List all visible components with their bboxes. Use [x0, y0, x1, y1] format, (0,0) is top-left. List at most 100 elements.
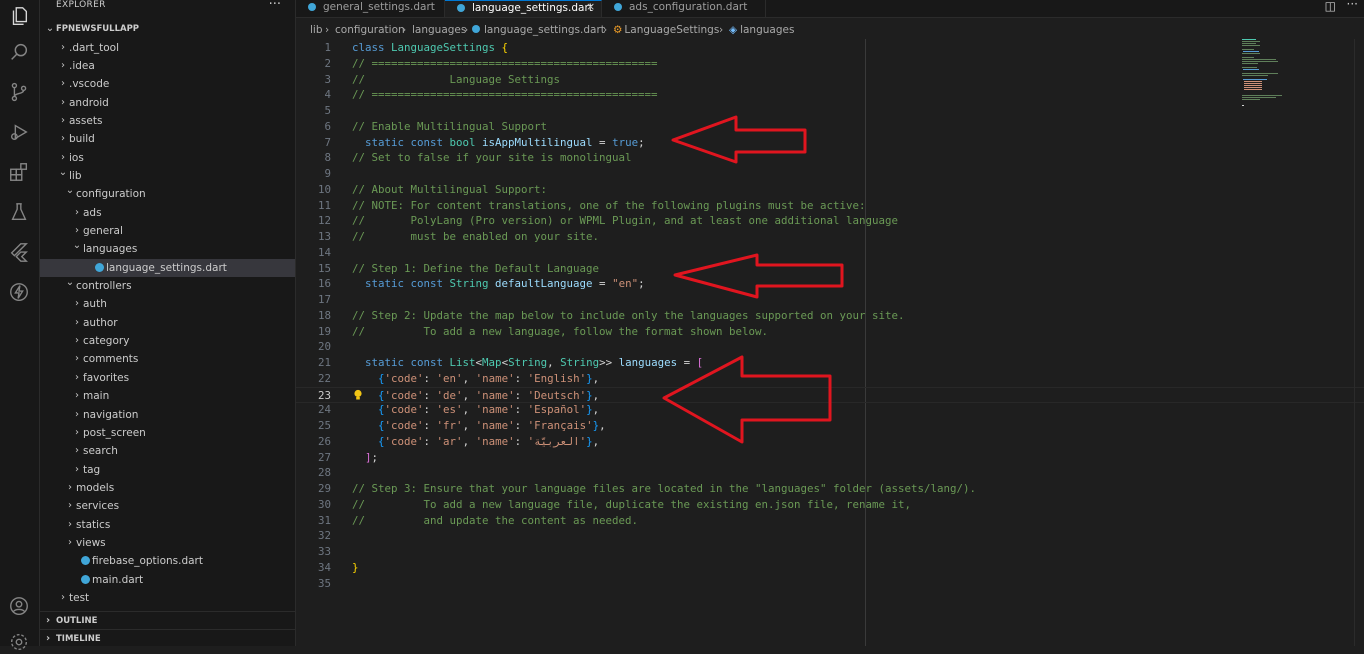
tree-item-idea[interactable]: › .idea: [40, 57, 295, 75]
lightning-icon[interactable]: [7, 280, 31, 304]
code-line[interactable]: 18 // Step 2: Update the map below to inc…: [296, 308, 1364, 324]
source-control-icon[interactable]: [7, 80, 31, 104]
tab-ads-configuration[interactable]: ads_configuration.dart: [602, 0, 766, 17]
chevron-right-icon: ›: [68, 481, 72, 493]
code-line[interactable]: 35: [296, 576, 1364, 592]
tree-item-build[interactable]: › build: [40, 130, 295, 148]
code-line[interactable]: 27 ];: [296, 450, 1364, 466]
code-token: // and update the content as needed.: [352, 513, 639, 527]
minimap[interactable]: [1240, 39, 1320, 119]
tree-item-assets[interactable]: › assets: [40, 112, 295, 130]
tree-item-lib[interactable]: ⌄ lib: [40, 167, 295, 185]
run-debug-icon[interactable]: [7, 120, 31, 144]
tree-item-test[interactable]: › test: [40, 589, 295, 607]
code-token: // To add a new language file, duplicate…: [352, 497, 912, 511]
code-line[interactable]: 32: [296, 528, 1364, 544]
chevron-right-icon: ›: [75, 316, 79, 328]
tree-item-language-settings-dart[interactable]: language_settings.dart: [40, 258, 295, 277]
code-token: :: [514, 403, 528, 417]
breadcrumb-item[interactable]: languages: [412, 21, 466, 39]
tree-item-search[interactable]: › search: [40, 442, 295, 460]
tree-item-ads[interactable]: › ads: [40, 204, 295, 222]
code-line[interactable]: 29 // Step 3: Ensure that your language f…: [296, 481, 1364, 497]
testing-icon[interactable]: [7, 200, 31, 224]
code-line[interactable]: 12 // PolyLang (Pro version) or WPML Plug…: [296, 213, 1364, 229]
tree-item-services[interactable]: › services: [40, 497, 295, 515]
tree-item-auth[interactable]: › auth: [40, 295, 295, 313]
code-line[interactable]: 13 // must be enabled on your site.: [296, 229, 1364, 245]
line-number: 12: [317, 214, 331, 228]
split-editor-icon[interactable]: ◫: [1325, 0, 1336, 13]
breadcrumb-item[interactable]: ⚙ LanguageSettings: [613, 21, 719, 39]
code-line[interactable]: 6 // Enable Multilingual Support: [296, 119, 1364, 135]
code-line[interactable]: 31 // and update the content as needed.: [296, 513, 1364, 529]
explorer-more-icon[interactable]: ···: [269, 0, 281, 12]
code-line[interactable]: 7 static const bool isAppMultilingual = …: [296, 135, 1364, 151]
close-icon[interactable]: ×: [586, 0, 595, 14]
tree-item-configuration[interactable]: ⌄ configuration: [40, 185, 295, 203]
tree-item-ios[interactable]: › ios: [40, 149, 295, 167]
breadcrumb-item[interactable]: configuration: [335, 21, 405, 39]
search-icon[interactable]: [7, 40, 31, 64]
code-line[interactable]: 9: [296, 166, 1364, 182]
code-line[interactable]: 2 // ====================================…: [296, 56, 1364, 72]
tree-item-firebase-options-dart[interactable]: firebase_options.dart: [40, 552, 295, 570]
line-number: 6: [324, 119, 331, 133]
code-line[interactable]: 30 // To add a new language file, duplica…: [296, 497, 1364, 513]
code-line[interactable]: 3 // Language Settings: [296, 72, 1364, 88]
tree-item-main[interactable]: › main: [40, 387, 295, 405]
code-line[interactable]: 33: [296, 544, 1364, 560]
code-line[interactable]: 11 // NOTE: For content translations, one…: [296, 198, 1364, 214]
tree-item-author[interactable]: › author: [40, 314, 295, 332]
breadcrumb-item[interactable]: lib: [310, 21, 323, 39]
code-token: 'code': [384, 403, 424, 417]
tree-item-android[interactable]: › android: [40, 94, 295, 112]
code-text: // and update the content as needed.: [352, 513, 638, 529]
code-line[interactable]: 34}: [296, 560, 1364, 576]
more-actions-icon[interactable]: ···: [1347, 0, 1358, 11]
outline-section[interactable]: › OUTLINE: [40, 611, 295, 630]
tree-item-vscode[interactable]: › .vscode: [40, 75, 295, 93]
timeline-section[interactable]: › TIMELINE: [40, 629, 295, 648]
scrollbar-track[interactable]: [1354, 39, 1355, 646]
code-line[interactable]: 28: [296, 465, 1364, 481]
explorer-root[interactable]: ⌄ FPNEWSFULLAPP: [40, 20, 295, 38]
line-number: 4: [324, 88, 331, 102]
code-text: {'code': 'es', 'name': 'Español'},: [352, 402, 599, 418]
tree-item-models[interactable]: › models: [40, 479, 295, 497]
code-line[interactable]: 1 class LanguageSettings {: [296, 40, 1364, 56]
tab-general-settings[interactable]: general_settings.dart: [296, 0, 445, 17]
tree-item-languages[interactable]: ⌄ languages: [40, 240, 295, 258]
settings-icon[interactable]: [7, 630, 31, 654]
code-line[interactable]: 20: [296, 339, 1364, 355]
tree-item-main-dart[interactable]: main.dart: [40, 571, 295, 589]
explorer-icon[interactable]: [7, 4, 31, 28]
code-token: 'code': [384, 371, 424, 385]
breadcrumb-item[interactable]: ◈ languages: [729, 21, 794, 39]
code-line[interactable]: 5: [296, 103, 1364, 119]
tree-item-category[interactable]: › category: [40, 332, 295, 350]
account-icon[interactable]: [7, 594, 31, 618]
line-number: 5: [324, 104, 331, 117]
code-line[interactable]: 10 // About Multilingual Support:: [296, 182, 1364, 198]
tree-item-navigation[interactable]: › navigation: [40, 406, 295, 424]
code-editor[interactable]: 1 class LanguageSettings {2// ===========…: [296, 39, 1364, 646]
code-token: 'es': [436, 403, 463, 417]
tree-item-favorites[interactable]: › favorites: [40, 369, 295, 387]
breadcrumb-item[interactable]: language_settings.dart: [472, 21, 605, 39]
tree-item-controllers[interactable]: ⌄ controllers: [40, 277, 295, 295]
code-line[interactable]: 4 // ====================================…: [296, 87, 1364, 103]
code-text: // About Multilingual Support:: [352, 182, 547, 198]
tree-item-views[interactable]: › views: [40, 534, 295, 552]
tree-item-comments[interactable]: › comments: [40, 350, 295, 368]
code-token: ,: [592, 403, 600, 417]
flutter-icon[interactable]: [7, 240, 31, 264]
extensions-icon[interactable]: [7, 160, 31, 184]
tab-language-settings[interactable]: language_settings.dart ×: [445, 0, 602, 17]
tree-item-statics[interactable]: › statics: [40, 516, 295, 534]
code-line[interactable]: 19 // To add a new language, follow the f…: [296, 324, 1364, 340]
tree-item-dart-tool[interactable]: › .dart_tool: [40, 39, 295, 57]
code-line[interactable]: 8 // Set to false if your site is monolin…: [296, 150, 1364, 166]
tree-item-tag[interactable]: › tag: [40, 461, 295, 479]
tree-item-post-screen[interactable]: › post_screen: [40, 424, 295, 442]
